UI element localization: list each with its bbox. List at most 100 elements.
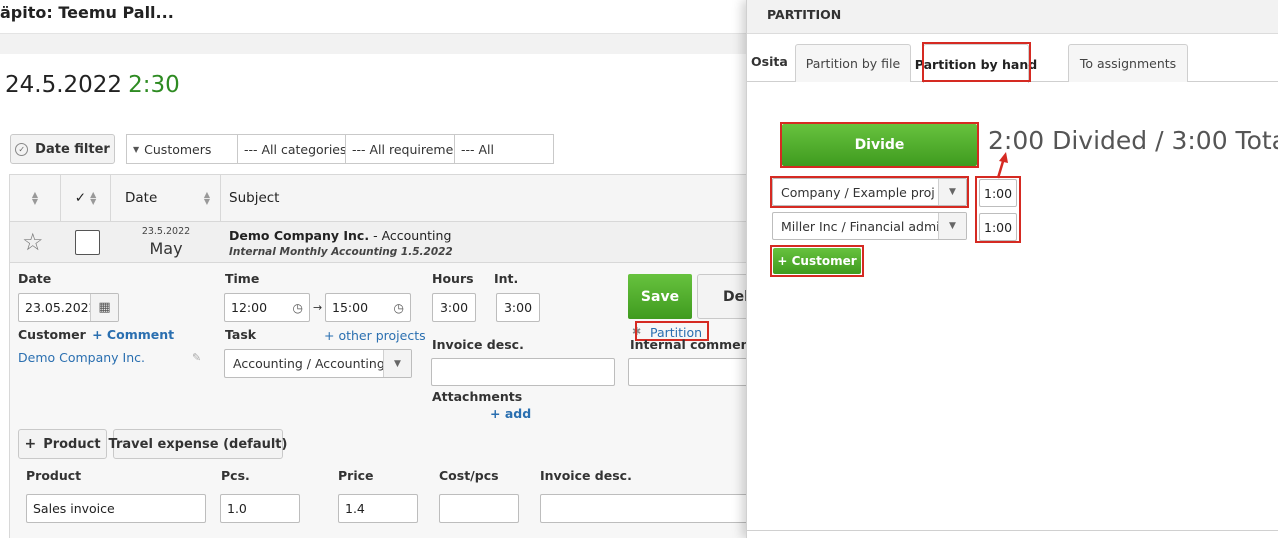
save-button[interactable]: Save <box>628 274 692 319</box>
highlight-box <box>770 176 969 208</box>
price-header: Price <box>338 468 374 483</box>
pcs-input[interactable]: 1.0 <box>220 494 300 523</box>
product-header: Product <box>26 468 82 483</box>
partition-project-select-2[interactable]: Miller Inc / Financial admin... ▼ <box>772 212 967 240</box>
all-filter[interactable]: --- All <box>454 134 554 164</box>
page-title: äpito: Teemu Pall... <box>0 3 174 22</box>
sub-bar <box>0 34 748 54</box>
hours-input[interactable]: 3:00 <box>432 293 476 322</box>
star-column-header[interactable]: ▲ ▼ <box>10 175 61 221</box>
star-icon[interactable]: ☆ <box>22 228 44 256</box>
product-input-value: Sales invoice <box>33 501 115 516</box>
tab-section-label: Osita <box>751 54 788 69</box>
travel-expense-button[interactable]: Travel expense (default) <box>109 429 287 459</box>
cost-header: Cost/pcs <box>439 468 499 483</box>
internal-comment-label: Internal comment <box>630 337 748 352</box>
highlight-box <box>922 42 1031 82</box>
customer-label: Customer + Comment <box>18 327 174 342</box>
add-comment-link[interactable]: + Comment <box>92 327 174 342</box>
partition-project-2-value: Miller Inc / Financial admin... <box>781 218 960 234</box>
invoice-desc-input[interactable] <box>431 358 615 386</box>
price-input[interactable]: 1.4 <box>338 494 418 523</box>
calendar-icon[interactable]: ▦ <box>90 294 118 321</box>
tab-to-assignments[interactable]: To assignments <box>1068 44 1188 82</box>
travel-expense-label: Travel expense (default) <box>108 436 288 452</box>
highlight-box <box>770 245 864 277</box>
entry-subject[interactable]: Demo Company Inc. - Accounting <box>229 228 451 243</box>
caret-down-icon: ▼ <box>938 213 966 239</box>
sort-icon: ▲ ▼ <box>203 190 210 206</box>
entry-company: Demo Company Inc. <box>229 228 370 243</box>
entry-subtitle: Internal Monthly Accounting 1.5.2022 <box>229 246 453 258</box>
add-product-label: Product <box>43 436 101 452</box>
other-projects-link[interactable]: + other projects <box>324 328 426 343</box>
clock-icon: ◷ <box>292 300 303 315</box>
date-input[interactable]: 23.05.2022 ▦ <box>18 293 119 322</box>
partition-summary: 2:00 Divided / 3:00 Total <box>988 126 1278 155</box>
entry-company-suffix: - Accounting <box>373 228 452 243</box>
time-start-value: 12:00 <box>231 300 268 315</box>
cost-input[interactable] <box>439 494 519 523</box>
subject-column-header[interactable]: Subject <box>221 175 748 221</box>
day-date: 24.5.2022 <box>5 72 123 98</box>
clock-icon: ◷ <box>393 300 404 315</box>
requirements-filter[interactable]: --- All requireme... <box>345 134 455 164</box>
subject-header-label: Subject <box>229 190 280 206</box>
top-bar: äpito: Teemu Pall... <box>0 0 748 34</box>
pcs-header: Pcs. <box>221 468 250 483</box>
customers-filter[interactable]: ▼ Customers <box>126 134 238 164</box>
tab-partition-by-file[interactable]: Partition by file <box>795 44 911 82</box>
customer-label-text: Customer <box>18 327 86 342</box>
sort-icon: ▲ ▼ <box>31 190 39 206</box>
check-column-header[interactable]: ✓ ▲ ▼ <box>61 175 111 221</box>
table-row[interactable]: ☆ 23.5.2022 May Demo Company Inc. - Acco… <box>10 221 748 263</box>
attachments-label: Attachments <box>432 389 523 404</box>
calendar-check-icon: ✓ <box>15 142 29 156</box>
product-input[interactable]: Sales invoice <box>26 494 206 523</box>
time-end-input[interactable]: 15:00 ◷ <box>325 293 411 322</box>
internal-comment-input[interactable] <box>628 358 748 386</box>
highlight-box <box>780 122 979 168</box>
entries-table: ▲ ▼ ✓ ▲ ▼ Date ▲ ▼ Subject ☆ 23.5.2022 May … <box>9 174 748 538</box>
pcs-input-value: 1.0 <box>227 501 247 516</box>
date-column-header[interactable]: Date ▲ ▼ <box>111 175 221 221</box>
caret-down-icon: ▼ <box>383 350 411 377</box>
caret-down-icon: ▼ <box>133 144 140 154</box>
entry-month: May <box>149 239 183 258</box>
date-filter-label: Date filter <box>35 141 110 157</box>
delete-button[interactable]: Del <box>697 274 748 319</box>
all-filter-label: --- All <box>461 141 495 157</box>
time-arrow: → <box>313 301 323 314</box>
partition-title: PARTITION <box>767 7 842 22</box>
date-filter-button[interactable]: ✓ Date filter <box>10 134 115 164</box>
time-label: Time <box>225 271 260 286</box>
date-header-label: Date <box>125 190 158 206</box>
add-product-button[interactable]: + Product <box>18 429 107 459</box>
partition-header: PARTITION <box>747 0 1278 34</box>
check-header-label: ✓ <box>74 190 87 206</box>
int-input[interactable]: 3:00 <box>496 293 540 322</box>
panel-footer-divider <box>747 530 1278 531</box>
price-input-value: 1.4 <box>345 501 365 516</box>
edit-icon[interactable]: ✎ <box>192 351 201 364</box>
task-select-value: Accounting / Accounting <box>233 356 385 371</box>
customers-filter-label: Customers <box>144 141 212 157</box>
highlight-box <box>975 176 1021 243</box>
int-label: Int. <box>494 271 519 286</box>
time-end-value: 15:00 <box>332 300 369 315</box>
product-invoice-input[interactable] <box>540 494 748 523</box>
delete-button-label: Del <box>723 288 748 305</box>
task-select[interactable]: Accounting / Accounting ▼ <box>224 349 412 378</box>
row-checkbox[interactable] <box>75 230 100 255</box>
main-area: äpito: Teemu Pall... 24.5.2022 2:30 ✓ Dat… <box>0 0 748 538</box>
add-attachment-link[interactable]: + add <box>490 406 531 421</box>
hours-label: Hours <box>432 271 474 286</box>
time-start-input[interactable]: 12:00 ◷ <box>224 293 310 322</box>
invoice-desc-label: Invoice desc. <box>432 337 524 352</box>
partition-panel: PARTITION Osita Partition by file Partit… <box>746 0 1278 538</box>
sort-icon: ▲ ▼ <box>90 190 97 206</box>
customer-link[interactable]: Demo Company Inc. <box>18 350 145 365</box>
categories-filter[interactable]: --- All categories <box>237 134 346 164</box>
int-input-value: 3:00 <box>503 300 533 315</box>
hours-input-value: 3:00 <box>439 300 469 315</box>
